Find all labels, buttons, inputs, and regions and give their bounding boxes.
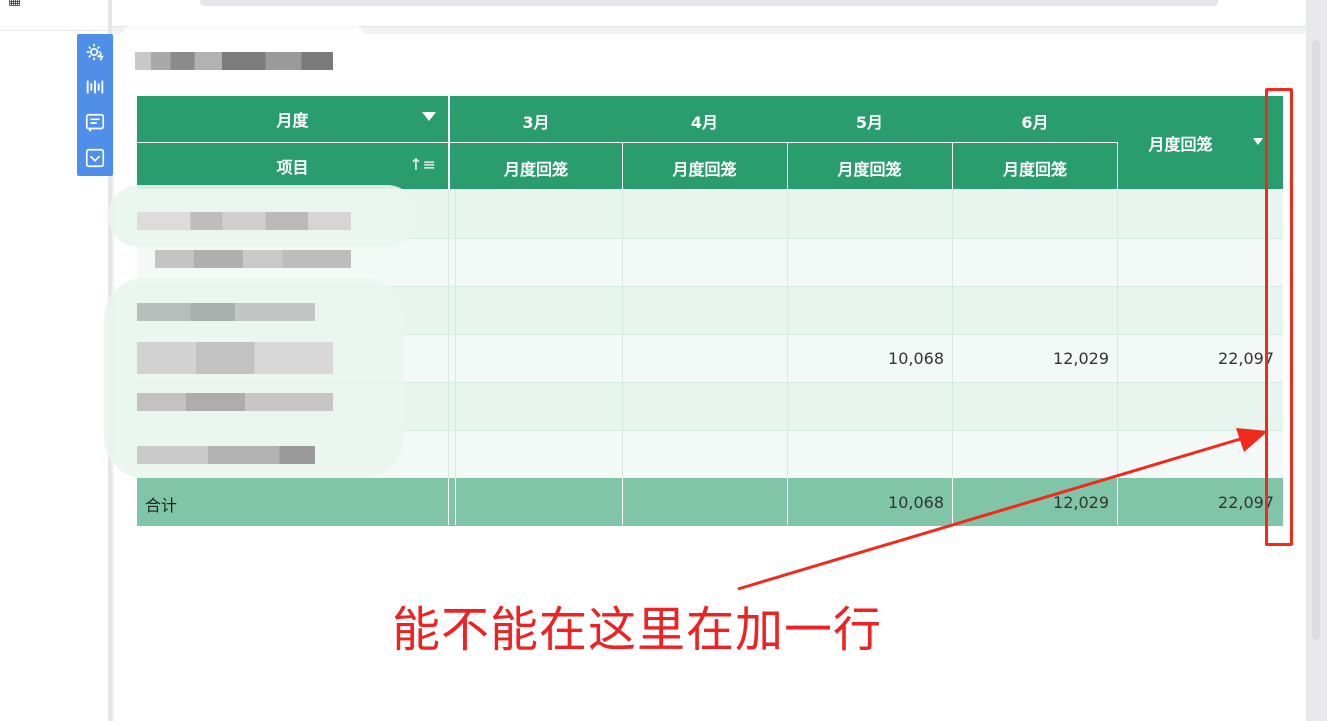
side-toolbar (77, 34, 113, 176)
redacted-item-name (137, 303, 315, 321)
total-column-divider (1117, 478, 1118, 525)
measure-label-3[interactable]: 月度回笼 (450, 156, 622, 180)
month-3-label[interactable]: 3月 (450, 109, 622, 133)
annotation-text: 能不能在这里在加一行 (392, 602, 883, 658)
comment-icon[interactable] (83, 111, 107, 135)
header-months-row: 3月 4月 5月 6月 (450, 96, 1118, 142)
header-vline (952, 143, 953, 189)
vertical-scrollbar[interactable] (1306, 0, 1327, 721)
header-item-dimension[interactable]: 项目 ↑≡ (137, 143, 448, 189)
total-dropdown-icon[interactable] (1253, 138, 1263, 145)
column-divider (952, 190, 953, 478)
cell-may-value[interactable]: 10,068 (794, 349, 944, 368)
total-row[interactable] (137, 478, 1283, 526)
collapse-icon[interactable] (83, 146, 107, 170)
redacted-item-name (137, 446, 315, 464)
total-column-divider (952, 478, 953, 525)
scrollbar-thumb[interactable] (1312, 40, 1320, 640)
measure-label-5[interactable]: 月度回笼 (787, 156, 952, 180)
header-measure-row: 月度回笼 月度回笼 月度回笼 月度回笼 (450, 143, 1118, 189)
total-column-divider (448, 478, 449, 525)
month-6-label[interactable]: 6月 (952, 109, 1118, 133)
total-column-divider (787, 478, 788, 525)
header-vline (622, 143, 623, 189)
month-dimension-label: 月度 (276, 111, 309, 130)
header-vline (1117, 143, 1118, 189)
column-divider (1117, 190, 1118, 478)
column-divider (622, 190, 623, 478)
cell-total-value[interactable]: 22,097 (1124, 349, 1274, 368)
total-june-value[interactable]: 12,029 (959, 493, 1109, 512)
month-5-label[interactable]: 5月 (787, 109, 952, 133)
gear-bolt-icon[interactable] (83, 40, 107, 64)
sort-icon[interactable]: ↑≡ (409, 155, 436, 174)
barcode-icon[interactable] (83, 75, 107, 99)
total-column-divider (455, 478, 456, 525)
redacted-item-name (155, 250, 351, 268)
measure-label-6[interactable]: 月度回笼 (952, 156, 1118, 180)
annotation-highlight-box (1265, 88, 1293, 546)
grid-icon[interactable]: ▦ (8, 0, 21, 8)
header-total-column[interactable]: 月度回笼 (1118, 96, 1283, 189)
column-divider (787, 190, 788, 478)
measure-label-4[interactable]: 月度回笼 (622, 156, 787, 180)
column-divider (455, 190, 456, 478)
redacted-item-name (137, 393, 333, 411)
total-column-divider (622, 478, 623, 525)
header-vline (787, 143, 788, 189)
redacted-report-title (135, 52, 333, 70)
month-4-label[interactable]: 4月 (622, 109, 787, 133)
column-divider (448, 190, 449, 478)
total-label: 合计 (145, 496, 178, 515)
total-sum-value[interactable]: 22,097 (1124, 493, 1274, 512)
header-month-dimension[interactable]: 月度 (137, 96, 448, 142)
redacted-item-name (137, 212, 351, 230)
month-dropdown-icon[interactable] (422, 112, 436, 121)
total-may-value[interactable]: 10,068 (794, 493, 944, 512)
cell-june-value[interactable]: 12,029 (959, 349, 1109, 368)
redacted-item-name (137, 342, 333, 374)
total-column-label: 月度回笼 (1148, 134, 1213, 154)
item-dimension-label: 项目 (276, 158, 309, 177)
sidebar-separator (0, 30, 108, 31)
top-scrollbar[interactable] (200, 0, 1218, 6)
